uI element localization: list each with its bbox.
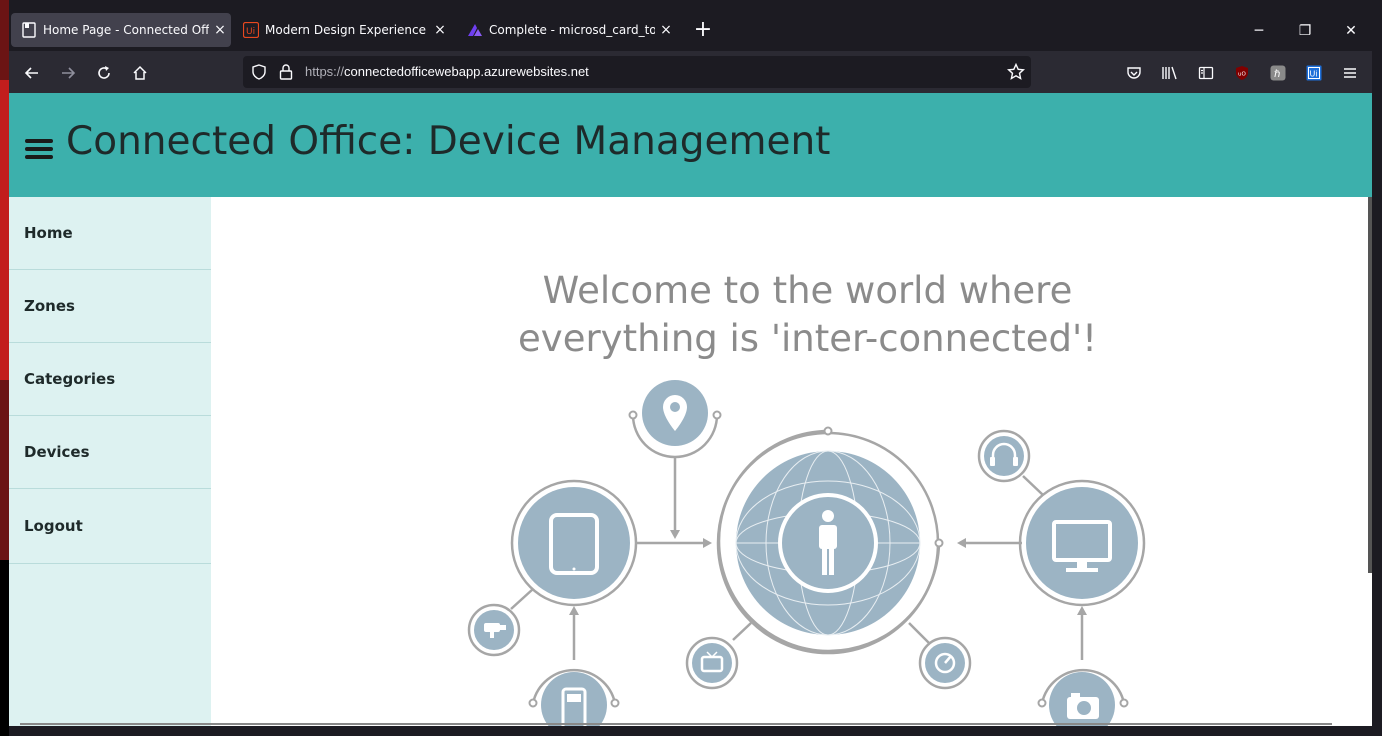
tab-title: Home Page - Connected Office — [43, 23, 209, 37]
pocket-button[interactable] — [1120, 59, 1148, 87]
close-window-button[interactable]: ✕ — [1328, 17, 1374, 45]
tab-complete-microsd[interactable]: Complete - microsd_card_top.g × — [457, 13, 677, 47]
minimize-button[interactable]: ─ — [1236, 17, 1282, 45]
web-page: Connected Office: Device Management Home… — [9, 93, 1372, 726]
page-scrollbar[interactable] — [1368, 197, 1372, 573]
close-tab-icon[interactable]: × — [429, 22, 451, 38]
tab-strip: Home Page - Connected Office × Ui Modern… — [9, 9, 1372, 51]
extension-button[interactable]: ℏ — [1264, 59, 1292, 87]
new-tab-button[interactable]: + — [691, 19, 715, 43]
divider-line — [20, 723, 1332, 725]
site-header: Connected Office: Device Management — [9, 93, 1372, 197]
desktop-background-edge — [0, 0, 9, 736]
forward-button[interactable] — [54, 59, 82, 87]
address-bar[interactable]: https://connectedofficewebapp.azurewebsi… — [243, 56, 1031, 88]
reload-button[interactable] — [90, 59, 118, 87]
svg-text:Ui: Ui — [246, 27, 255, 37]
taskbar-edge — [9, 726, 1372, 736]
menu-toggle-icon[interactable] — [25, 139, 53, 159]
home-button[interactable] — [126, 59, 154, 87]
sidebar-toggle-button[interactable] — [1192, 59, 1220, 87]
home-icon — [133, 65, 147, 80]
close-tab-icon[interactable]: × — [655, 22, 677, 38]
sidebar-item-devices[interactable]: Devices — [9, 416, 211, 489]
browser-window: Home Page - Connected Office × Ui Modern… — [0, 0, 1382, 736]
tab-modern-design[interactable]: Ui Modern Design Experience × — [233, 13, 451, 47]
close-tab-icon[interactable]: × — [209, 22, 231, 38]
uipath-icon: Ui — [1306, 65, 1322, 81]
app-menu-button[interactable] — [1336, 59, 1364, 87]
pocket-icon — [1127, 67, 1141, 79]
sidebar-nav: Home Zones Categories Devices Logout — [9, 197, 211, 726]
site-title: Connected Office: Device Management — [66, 119, 831, 164]
sidebar-item-home[interactable]: Home — [9, 197, 211, 270]
page-icon — [21, 22, 37, 38]
svg-text:Ui: Ui — [1310, 70, 1318, 79]
hamburger-menu-icon — [1344, 68, 1356, 78]
reload-icon — [98, 66, 110, 79]
back-arrow-icon — [24, 67, 38, 79]
tab-home-page[interactable]: Home Page - Connected Office × — [11, 13, 231, 47]
library-icon — [1162, 66, 1177, 80]
bookmark-star-icon[interactable] — [1007, 63, 1025, 81]
url-text: https://connectedofficewebapp.azurewebsi… — [305, 64, 589, 79]
tab-title: Modern Design Experience — [265, 23, 427, 37]
svg-text:ℏ: ℏ — [1274, 69, 1280, 80]
navigation-toolbar: https://connectedofficewebapp.azurewebsi… — [9, 51, 1372, 93]
sidebar-item-categories[interactable]: Categories — [9, 343, 211, 416]
restore-button[interactable]: ❐ — [1282, 17, 1328, 45]
ublock-extension-button[interactable]: uO — [1228, 59, 1256, 87]
iot-connection-illustration — [467, 380, 1146, 726]
lock-icon — [279, 64, 293, 80]
tab-title: Complete - microsd_card_top.g — [489, 23, 655, 37]
sidebar-item-logout[interactable]: Logout — [9, 489, 211, 564]
back-button[interactable] — [18, 59, 46, 87]
svg-text:uO: uO — [1238, 72, 1246, 78]
forward-arrow-icon — [62, 67, 76, 79]
shield-icon — [252, 64, 266, 80]
sidebar-item-zones[interactable]: Zones — [9, 270, 211, 343]
stripe-logo-icon — [467, 22, 483, 38]
extension-icon: ℏ — [1270, 65, 1286, 81]
library-button[interactable] — [1156, 59, 1184, 87]
uipath-extension-button[interactable]: Ui — [1300, 59, 1328, 87]
ublock-origin-icon: uO — [1236, 66, 1248, 80]
sidebar-icon — [1198, 66, 1214, 80]
ui-logo-icon: Ui — [243, 22, 259, 38]
main-content: Welcome to the world where everything is… — [211, 197, 1372, 726]
